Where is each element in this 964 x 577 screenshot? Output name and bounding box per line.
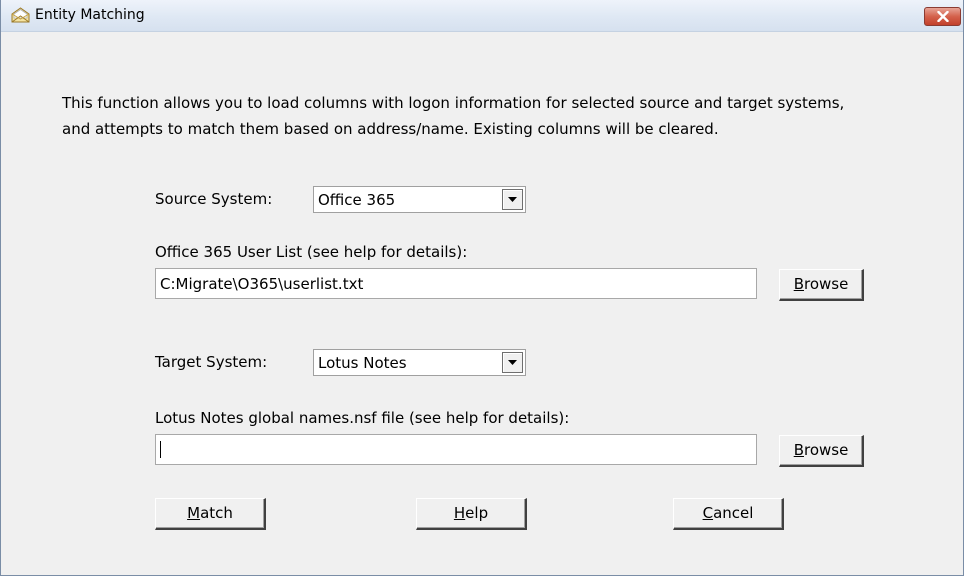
help-button[interactable]: Help <box>416 498 527 530</box>
source-system-label: Source System: <box>155 190 273 208</box>
source-browse-label: rowse <box>803 275 849 293</box>
source-system-select[interactable]: Office 365 <box>313 186 526 213</box>
chevron-down-icon <box>508 360 517 365</box>
cancel-label: ancel <box>713 504 754 522</box>
envelope-open-icon <box>11 7 30 23</box>
help-label: elp <box>465 504 489 522</box>
match-button[interactable]: Match <box>155 498 266 530</box>
source-browse-button[interactable]: Browse <box>779 269 864 301</box>
source-user-list-value: C:Migrate\O365\userlist.txt <box>160 275 364 293</box>
help-accel: H <box>453 504 466 522</box>
match-accel: M <box>187 504 201 522</box>
entity-matching-dialog: Entity Matching This function allows you… <box>0 0 964 576</box>
target-system-select[interactable]: Lotus Notes <box>313 349 526 376</box>
target-system-dropdown-button[interactable] <box>502 352 523 373</box>
target-names-file-input[interactable] <box>155 434 757 465</box>
title-bar[interactable]: Entity Matching <box>1 0 963 32</box>
source-file-label: Office 365 User List (see help for detai… <box>155 243 468 261</box>
target-system-label: Target System: <box>155 353 268 371</box>
cancel-button[interactable]: Cancel <box>673 498 784 530</box>
description-text: This function allows you to load columns… <box>62 90 957 142</box>
source-browse-accel: B <box>793 275 804 293</box>
description-line-1: This function allows you to load columns… <box>62 94 845 112</box>
source-system-dropdown-button[interactable] <box>502 189 523 210</box>
close-icon <box>937 11 949 22</box>
source-system-value: Office 365 <box>318 191 396 209</box>
target-file-label: Lotus Notes global names.nsf file (see h… <box>155 409 570 427</box>
window-title: Entity Matching <box>35 7 145 23</box>
description-line-2: and attempts to match them based on addr… <box>62 120 719 138</box>
target-browse-accel: B <box>793 441 804 459</box>
close-button[interactable] <box>924 7 961 26</box>
cancel-accel: C <box>702 504 714 522</box>
dialog-body: This function allows you to load columns… <box>1 32 963 575</box>
target-browse-button[interactable]: Browse <box>779 435 864 467</box>
target-browse-label: rowse <box>803 441 849 459</box>
source-user-list-input[interactable]: C:Migrate\O365\userlist.txt <box>155 268 757 299</box>
match-label: atch <box>200 504 233 522</box>
target-system-value: Lotus Notes <box>318 354 407 372</box>
chevron-down-icon <box>508 197 517 202</box>
text-cursor <box>160 441 161 458</box>
